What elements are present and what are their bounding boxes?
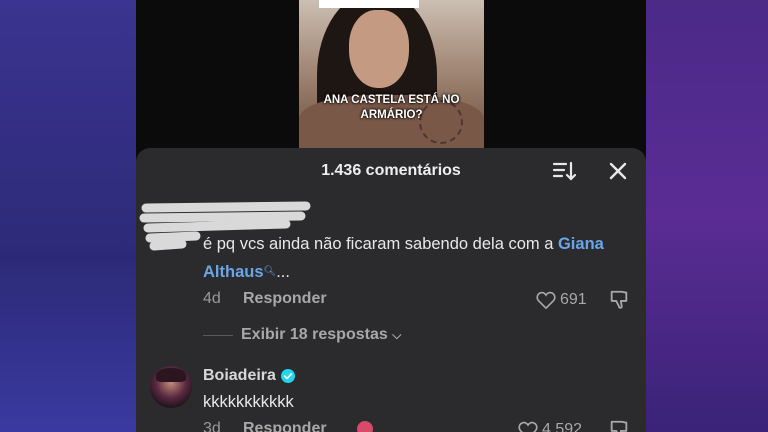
- comment-2-text: kkkkkkkkkkk: [203, 393, 294, 411]
- video-player[interactable]: ANA CASTELA ESTÁ NO ARMÁRIO?: [299, 0, 484, 148]
- view-replies-button[interactable]: Exibir 18 respostas ⌵: [241, 324, 401, 346]
- background-right: [646, 0, 768, 432]
- comment-1-reply-button[interactable]: Responder: [243, 288, 327, 310]
- video-caption: ANA CASTELA ESTÁ NO ARMÁRIO?: [323, 94, 460, 121]
- comment-2-username-label: Boiadeira: [203, 367, 276, 384]
- replies-divider: [203, 335, 233, 336]
- comment-1-body: é pq vcs ainda não ficaram sabendo dela …: [203, 235, 558, 253]
- comment-2-reply-button[interactable]: Responder: [243, 418, 327, 432]
- comment-1-ellipsis[interactable]: ...: [276, 263, 290, 281]
- heart-icon: [536, 291, 556, 309]
- chevron-down-icon: ⌵: [392, 328, 402, 342]
- mention-search-icon: 🔍︎: [263, 266, 277, 277]
- avatar-hat: [156, 368, 186, 382]
- avatar[interactable]: [150, 366, 192, 408]
- phone-screen: ANA CASTELA ESTÁ NO ARMÁRIO? 1.436 comen…: [136, 0, 646, 432]
- comment-2-username[interactable]: Boiadeira: [203, 364, 295, 388]
- video-face: [349, 10, 409, 88]
- comments-sheet: 1.436 comentários é pq vcs ainda não fic…: [136, 148, 646, 432]
- video-top-bar: [319, 0, 419, 8]
- comment-1-like-count: 691: [560, 291, 587, 308]
- thumbs-down-icon[interactable]: [608, 289, 630, 311]
- close-icon[interactable]: [606, 159, 630, 183]
- background-left: [0, 0, 140, 432]
- comment-2-like-count: 4.592: [542, 421, 583, 432]
- comment-2-time: 3d: [203, 420, 221, 432]
- heart-icon: [518, 421, 538, 432]
- comment-1-like-button[interactable]: 691: [536, 289, 587, 311]
- verified-badge-icon: [280, 369, 295, 383]
- comment-1-time: 4d: [203, 290, 221, 307]
- comment-1-text: é pq vcs ainda não ficaram sabendo dela …: [203, 230, 623, 286]
- sort-icon[interactable]: [552, 159, 576, 183]
- comment-2-like-button[interactable]: 4.592: [518, 419, 582, 432]
- thumbs-down-icon[interactable]: [608, 419, 630, 432]
- creator-liked-avatar: [357, 421, 373, 432]
- view-replies-label: Exibir 18 respostas: [241, 326, 388, 343]
